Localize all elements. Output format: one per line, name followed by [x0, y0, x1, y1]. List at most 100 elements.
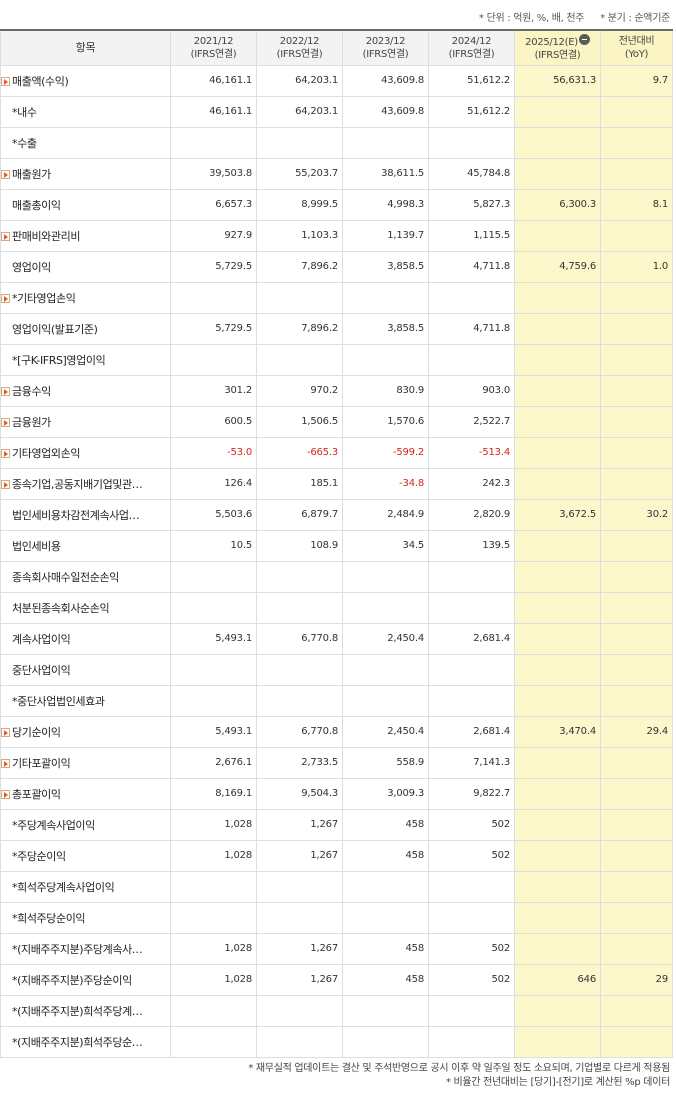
value-cell: 1,028	[170, 839, 257, 872]
value-cell: 502	[428, 808, 515, 841]
row-label: 법인세비용차감전계속사업…	[12, 508, 140, 522]
value-cell	[342, 343, 429, 376]
row-label-cell[interactable]: 매출원가	[0, 157, 171, 190]
value-cell: 7,896.2	[256, 312, 343, 345]
value-cell	[256, 1025, 343, 1058]
value-cell: -513.4	[428, 436, 515, 469]
value-cell: 139.5	[428, 529, 515, 562]
table-row: *[구K-IFRS]영업이익	[0, 343, 673, 376]
value-cell: 5,729.5	[170, 250, 257, 283]
col-basis: (IFRS연결)	[362, 48, 409, 60]
expand-arrow-icon[interactable]	[1, 789, 10, 799]
table-row: 기타포괄이익 2,676.1 2,733.5 558.9 7,141.3	[0, 746, 673, 779]
table-row: 처분된종속회사순손익	[0, 591, 673, 624]
row-label-cell[interactable]: *기타영업손익	[0, 281, 171, 314]
row-label: 금융수익	[12, 384, 51, 398]
row-label-cell: 영업이익	[0, 250, 171, 283]
table-row: 매출액(수익) 46,161.1 64,203.1 43,609.8 51,612.2 5…	[0, 64, 673, 97]
row-label-cell[interactable]: 판매비와관리비	[0, 219, 171, 252]
col-basis: (YoY)	[624, 48, 649, 60]
value-cell: 2,676.1	[170, 746, 257, 779]
row-label-cell[interactable]: 금융수익	[0, 374, 171, 407]
value-cell	[170, 281, 257, 314]
value-cell: 1,028	[170, 932, 257, 965]
expand-arrow-icon[interactable]	[1, 386, 10, 396]
expand-arrow-icon[interactable]	[1, 231, 10, 241]
value-cell	[170, 994, 257, 1027]
row-label-cell[interactable]: 당기순이익	[0, 715, 171, 748]
value-cell: 7,141.3	[428, 746, 515, 779]
value-cell	[170, 126, 257, 159]
value-cell: 1,267	[256, 808, 343, 841]
value-cell	[428, 126, 515, 159]
expand-arrow-icon[interactable]	[1, 479, 10, 489]
expand-arrow-icon[interactable]	[1, 758, 10, 768]
value-cell	[514, 157, 601, 190]
row-label: 매출원가	[12, 167, 51, 181]
unit-text: * 단위 : 억원, %, 배, 천주	[479, 13, 585, 24]
expand-arrow-icon[interactable]	[1, 448, 10, 458]
row-label-cell[interactable]: 기타포괄이익	[0, 746, 171, 779]
value-cell: 55,203.7	[256, 157, 343, 190]
value-cell	[514, 343, 601, 376]
value-cell	[600, 746, 673, 779]
value-cell	[600, 436, 673, 469]
value-cell: 1,570.6	[342, 405, 429, 438]
value-cell	[170, 653, 257, 686]
value-cell: 7,896.2	[256, 250, 343, 283]
row-label: *내수	[12, 105, 37, 119]
value-cell	[514, 126, 601, 159]
row-label-cell[interactable]: 종속기업,공동지배기업및관…	[0, 467, 171, 500]
expand-arrow-icon[interactable]	[1, 76, 10, 86]
row-label-cell: 종속회사매수일전순손익	[0, 560, 171, 593]
value-cell: 8.1	[600, 188, 673, 221]
row-label-cell: *주당순이익	[0, 839, 171, 872]
value-cell: 600.5	[170, 405, 257, 438]
col-header-2025e: 2025/12(E) (IFRS연결)	[514, 29, 601, 66]
row-label-cell[interactable]: 매출액(수익)	[0, 64, 171, 97]
row-label-cell[interactable]: 기타영업외손익	[0, 436, 171, 469]
expand-arrow-icon[interactable]	[1, 169, 10, 179]
value-cell	[600, 591, 673, 624]
value-cell	[256, 126, 343, 159]
value-cell	[428, 281, 515, 314]
value-cell: 5,493.1	[170, 715, 257, 748]
value-cell: 2,681.4	[428, 622, 515, 655]
value-cell: 1,267	[256, 839, 343, 872]
value-cell: 5,493.1	[170, 622, 257, 655]
value-cell: 1,267	[256, 932, 343, 965]
value-cell: -53.0	[170, 436, 257, 469]
financial-table: 항목 2021/12 (IFRS연결) 2022/12 (IFRS연결) 2023/…	[0, 29, 673, 1058]
value-cell: 45,784.8	[428, 157, 515, 190]
col-header-2023: 2023/12 (IFRS연결)	[342, 29, 429, 66]
expand-arrow-icon[interactable]	[1, 417, 10, 427]
value-cell: 1,267	[256, 963, 343, 996]
value-cell	[342, 684, 429, 717]
value-cell: 29.4	[600, 715, 673, 748]
value-cell	[342, 994, 429, 1027]
minus-circle-icon[interactable]	[578, 33, 590, 45]
table-body: 매출액(수익) 46,161.1 64,203.1 43,609.8 51,612.2 5…	[0, 64, 673, 1058]
col-header-2021: 2021/12 (IFRS연결)	[170, 29, 257, 66]
value-cell	[256, 281, 343, 314]
row-label-cell[interactable]: 총포괄이익	[0, 777, 171, 810]
row-label: *기타영업손익	[12, 291, 76, 305]
expand-arrow-icon[interactable]	[1, 293, 10, 303]
value-cell: 9.7	[600, 64, 673, 97]
expand-arrow-icon[interactable]	[1, 727, 10, 737]
value-cell	[600, 653, 673, 686]
row-label-cell[interactable]: 금융원가	[0, 405, 171, 438]
row-label: 영업이익(발표기준)	[12, 322, 98, 336]
value-cell: 5,503.6	[170, 498, 257, 531]
row-label-cell: *(지배주주지분)주당계속사…	[0, 932, 171, 965]
table-row: *(지배주주지분)희석주당계…	[0, 994, 673, 1027]
value-cell	[514, 560, 601, 593]
row-label-cell: 계속사업이익	[0, 622, 171, 655]
col-header-2024: 2024/12 (IFRS연결)	[428, 29, 515, 66]
value-cell: 38,611.5	[342, 157, 429, 190]
value-cell	[514, 653, 601, 686]
row-label-cell: 영업이익(발표기준)	[0, 312, 171, 345]
value-cell	[514, 901, 601, 934]
value-cell: 46,161.1	[170, 95, 257, 128]
value-cell: 6,300.3	[514, 188, 601, 221]
